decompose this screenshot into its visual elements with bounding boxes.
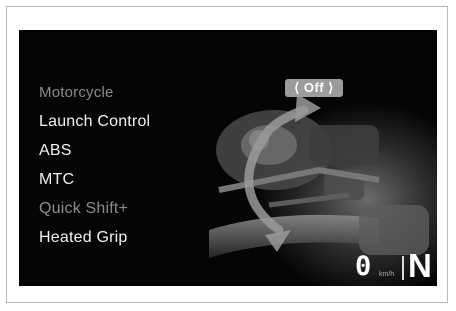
- speed-value: 0: [355, 251, 372, 282]
- menu-item-quick-shift[interactable]: Quick Shift+: [39, 194, 150, 223]
- menu-item-launch-control[interactable]: Launch Control: [39, 107, 150, 136]
- gear-indicator: N: [408, 247, 432, 284]
- speed-unit: km/h: [379, 271, 395, 278]
- status-divider: [402, 256, 404, 280]
- menu-item-heated-grip[interactable]: Heated Grip: [39, 223, 150, 252]
- menu-header-motorcycle: Motorcycle: [39, 84, 114, 101]
- menu-item-mtc[interactable]: MTC: [39, 165, 150, 194]
- menu-item-abs[interactable]: ABS: [39, 136, 150, 165]
- settings-menu: Motorcycle Launch Control ABS MTC Quick …: [39, 78, 150, 252]
- setting-value-badge[interactable]: ⟨ Off ⟩: [285, 79, 343, 97]
- dashboard-screen: Motorcycle Launch Control ABS MTC Quick …: [19, 30, 437, 286]
